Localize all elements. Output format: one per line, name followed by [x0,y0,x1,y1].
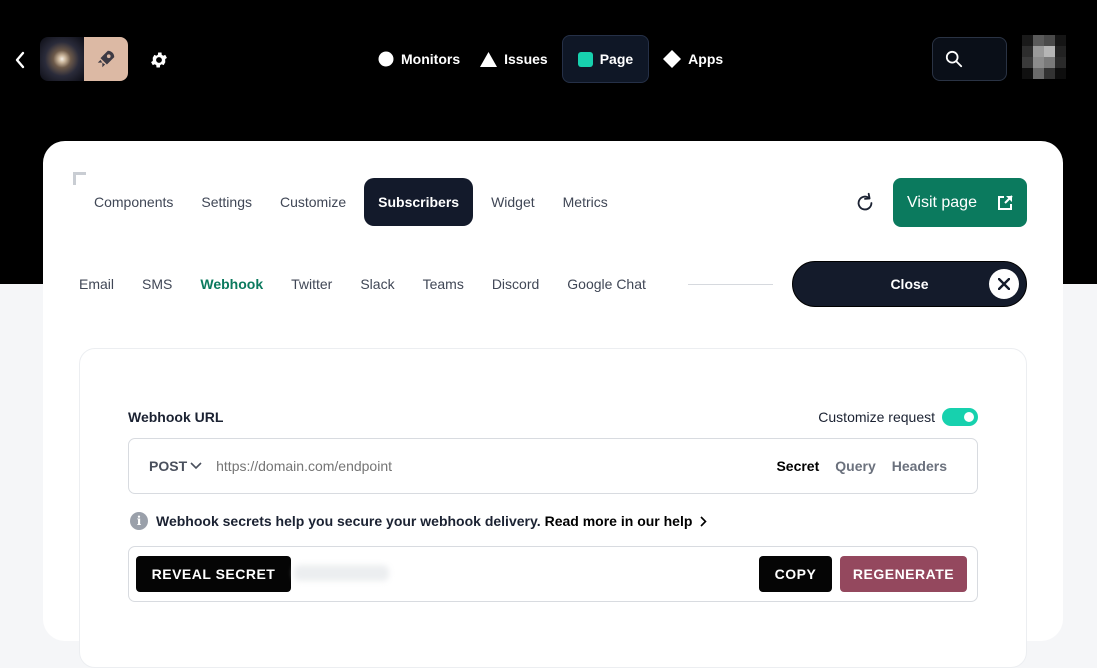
tab-subscribers[interactable]: Subscribers [364,178,474,226]
refresh-button[interactable] [851,189,879,217]
divider [688,284,773,285]
subtab-sms[interactable]: SMS [128,276,186,292]
help-link-label: Read more in our help [544,513,693,529]
page-tabs: Components Settings Customize Subscriber… [80,178,622,226]
diamond-icon [663,50,682,68]
tab-headers[interactable]: Headers [892,458,947,474]
circle-icon [378,51,394,67]
rocket-icon [84,37,128,81]
search-button[interactable] [932,37,1007,81]
status-page-card: Components Settings Customize Subscriber… [43,141,1063,668]
subtab-google-chat[interactable]: Google Chat [553,276,660,292]
customize-request-label: Customize request [818,409,935,425]
subtab-slack[interactable]: Slack [346,276,408,292]
customize-request: Customize request [818,408,978,426]
reveal-secret-button[interactable]: REVEAL SECRET [136,556,291,592]
close-icon [989,269,1019,299]
triangle-icon [480,51,498,67]
subtab-teams[interactable]: Teams [409,276,478,292]
gear-icon [151,52,167,68]
secret-info: i Webhook secrets help you secure your w… [130,512,708,530]
nav-apps[interactable]: Apps [653,35,733,83]
visit-page-button[interactable]: Visit page [893,178,1027,227]
copy-button[interactable]: COPY [759,556,832,592]
nav-monitors[interactable]: Monitors [368,35,470,83]
masked-secret [294,565,389,581]
main-nav: Monitors Issues Page Apps [368,35,733,83]
project-switcher[interactable] [40,37,128,81]
nav-issues-label: Issues [504,51,548,67]
chevron-right-icon [700,515,708,527]
secret-info-text: Webhook secrets help you secure your web… [156,513,541,529]
project-logo-image [40,37,84,81]
back-button[interactable] [8,47,32,73]
tab-customize[interactable]: Customize [266,178,360,226]
refresh-icon [857,192,873,211]
external-link-icon [997,194,1013,210]
tab-query[interactable]: Query [835,458,875,474]
regenerate-button[interactable]: REGENERATE [840,556,967,592]
square-icon [577,51,593,67]
tab-secret[interactable]: Secret [776,458,819,474]
webhook-url-field: POST Secret Query Headers [128,438,978,494]
nav-issues[interactable]: Issues [470,35,558,83]
webhook-panel: Webhook URL Customize request POST Secre… [79,348,1027,668]
info-icon: i [130,512,148,530]
secret-field: REVEAL SECRET COPY REGENERATE [128,546,978,602]
subscriber-channel-tabs: Email SMS Webhook Twitter Slack Teams Di… [65,264,660,304]
method-value: POST [149,458,188,474]
help-link[interactable]: Read more in our help [545,513,708,529]
visit-page-label: Visit page [907,193,977,211]
tab-components[interactable]: Components [80,178,187,226]
method-select[interactable]: POST [149,458,202,474]
tab-settings[interactable]: Settings [187,178,266,226]
tab-metrics[interactable]: Metrics [549,178,622,226]
subtab-email[interactable]: Email [65,276,128,292]
customize-request-toggle[interactable] [942,408,978,426]
subtab-discord[interactable]: Discord [478,276,553,292]
nav-apps-label: Apps [688,51,724,67]
chevron-left-icon [15,51,25,69]
search-icon [945,50,963,68]
nav-page-label: Page [599,51,634,67]
nav-page[interactable]: Page [561,35,650,83]
settings-button[interactable] [147,48,171,72]
request-options-tabs: Secret Query Headers [776,458,947,474]
subtab-webhook[interactable]: Webhook [186,276,277,292]
subtab-twitter[interactable]: Twitter [277,276,346,292]
nav-monitors-label: Monitors [401,51,461,67]
tab-widget[interactable]: Widget [477,178,549,226]
webhook-url-input[interactable] [216,458,737,474]
close-button[interactable]: Close [792,261,1027,307]
chevron-down-icon [190,462,202,470]
close-label: Close [890,276,929,292]
webhook-url-label: Webhook URL [128,409,224,425]
avatar[interactable] [1022,35,1066,79]
